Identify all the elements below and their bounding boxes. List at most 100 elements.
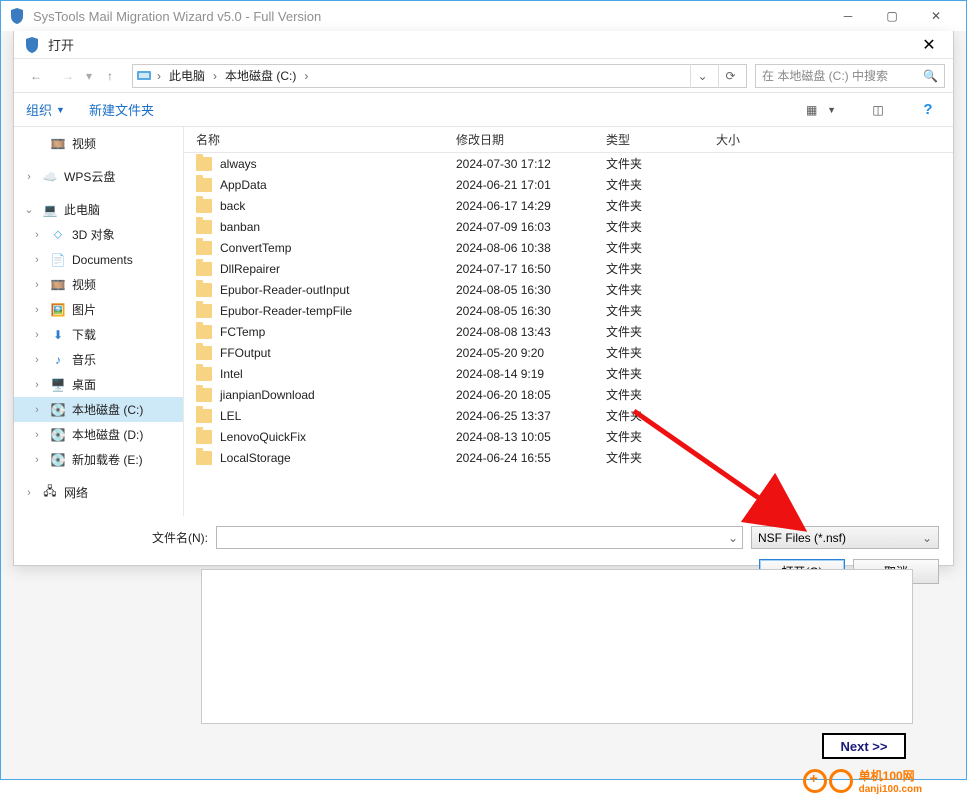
sidebar-item-network[interactable]: ›🖧网络 <box>14 480 183 505</box>
below-area: Next >> 单机100网 danji100.com <box>13 569 954 779</box>
sidebar-item-thispc[interactable]: ⌄💻此电脑 <box>14 197 183 222</box>
file-date: 2024-05-20 9:20 <box>444 346 594 360</box>
sidebar-item-documents[interactable]: ›📄Documents <box>14 247 183 272</box>
file-row[interactable]: FCTemp2024-08-08 13:43文件夹 <box>184 321 953 342</box>
file-row[interactable]: jianpianDownload2024-06-20 18:05文件夹 <box>184 384 953 405</box>
folder-icon <box>196 451 212 465</box>
crumb-root[interactable]: 此电脑 <box>165 67 209 84</box>
sidebar-item-drive-e[interactable]: ›💽新加载卷 (E:) <box>14 447 183 472</box>
close-button[interactable]: ✕ <box>914 1 958 31</box>
search-icon: 🔍 <box>923 69 938 83</box>
watermark-line2: danji100.com <box>859 784 922 795</box>
file-row[interactable]: DllRepairer2024-07-17 16:50文件夹 <box>184 258 953 279</box>
file-date: 2024-08-05 16:30 <box>444 304 594 318</box>
file-type: 文件夹 <box>594 155 704 172</box>
file-name: Epubor-Reader-tempFile <box>220 304 352 318</box>
help-button[interactable]: ? <box>915 98 941 122</box>
file-type: 文件夹 <box>594 176 704 193</box>
file-name: back <box>220 199 245 213</box>
folder-icon <box>196 283 212 297</box>
sidebar-item-wps[interactable]: ›☁️WPS云盘 <box>14 164 183 189</box>
file-date: 2024-06-20 18:05 <box>444 388 594 402</box>
sidebar-item-drive-d[interactable]: ›💽本地磁盘 (D:) <box>14 422 183 447</box>
col-header-date[interactable]: 修改日期 <box>444 131 594 148</box>
sidebar-item-pictures[interactable]: ›🖼️图片 <box>14 297 183 322</box>
refresh-button[interactable]: ⟳ <box>718 64 742 88</box>
file-name: Intel <box>220 367 243 381</box>
file-row[interactable]: AppData2024-06-21 17:01文件夹 <box>184 174 953 195</box>
col-header-type[interactable]: 类型 <box>594 131 704 148</box>
view-mode-button[interactable]: ▦▼ <box>801 98 841 122</box>
nav-sep: ▾ <box>86 69 92 83</box>
sidebar-item-desktop[interactable]: ›🖥️桌面 <box>14 372 183 397</box>
file-name: DllRepairer <box>220 262 280 276</box>
pc-icon <box>137 70 153 82</box>
sidebar-item-drive-c[interactable]: ›💽本地磁盘 (C:) <box>14 397 183 422</box>
crumb-drive[interactable]: 本地磁盘 (C:) <box>221 67 300 84</box>
window-controls: ─ ▢ ✕ <box>826 1 958 31</box>
file-type: 文件夹 <box>594 197 704 214</box>
up-button[interactable]: ↑ <box>96 63 124 89</box>
organize-menu[interactable]: 组织▼ <box>26 100 65 119</box>
main-area: 🎞️视频 ›☁️WPS云盘 ⌄💻此电脑 ›⬦3D 对象 ›📄Documents … <box>14 127 953 516</box>
sidebar-item-3dobjects[interactable]: ›⬦3D 对象 <box>14 222 183 247</box>
file-row[interactable]: back2024-06-17 14:29文件夹 <box>184 195 953 216</box>
nav-bar: ← → ▾ ↑ › 此电脑 › 本地磁盘 (C:) › ⌄ ⟳ 在 本地磁盘 (… <box>14 59 953 93</box>
new-folder-button[interactable]: 新建文件夹 <box>89 100 154 119</box>
location-dropdown[interactable]: ⌄ <box>690 64 714 88</box>
folder-icon <box>196 199 212 213</box>
file-row[interactable]: ConvertTemp2024-08-06 10:38文件夹 <box>184 237 953 258</box>
app-title: SysTools Mail Migration Wizard v5.0 - Fu… <box>33 9 826 24</box>
file-row[interactable]: Epubor-Reader-outInput2024-08-05 16:30文件… <box>184 279 953 300</box>
file-type: 文件夹 <box>594 281 704 298</box>
file-name: jianpianDownload <box>220 388 315 402</box>
file-type: 文件夹 <box>594 365 704 382</box>
file-name: banban <box>220 220 260 234</box>
maximize-button[interactable]: ▢ <box>870 1 914 31</box>
file-row[interactable]: LEL2024-06-25 13:37文件夹 <box>184 405 953 426</box>
folder-icon <box>196 220 212 234</box>
chevron-icon: › <box>157 69 161 83</box>
file-date: 2024-08-13 10:05 <box>444 430 594 444</box>
filename-input[interactable]: ⌄ <box>216 526 743 549</box>
col-header-size[interactable]: 大小 <box>704 131 794 148</box>
filetype-select[interactable]: NSF Files (*.nsf)⌄ <box>751 526 939 549</box>
folder-icon <box>196 388 212 402</box>
content-panel <box>201 569 913 724</box>
sidebar-item-downloads[interactable]: ›⬇下载 <box>14 322 183 347</box>
search-input[interactable]: 在 本地磁盘 (C:) 中搜索 🔍 <box>755 64 945 88</box>
chevron-down-icon[interactable]: ⌄ <box>728 531 738 545</box>
file-row[interactable]: Intel2024-08-14 9:19文件夹 <box>184 363 953 384</box>
file-type: 文件夹 <box>594 407 704 424</box>
file-row[interactable]: LocalStorage2024-06-24 16:55文件夹 <box>184 447 953 468</box>
col-header-name[interactable]: 名称 <box>184 131 444 148</box>
file-rows: always2024-07-30 17:12文件夹AppData2024-06-… <box>184 153 953 516</box>
watermark-line1: 单机100网 <box>859 767 922 784</box>
minimize-button[interactable]: ─ <box>826 1 870 31</box>
sidebar-item-videos2[interactable]: ›🎞️视频 <box>14 272 183 297</box>
file-open-dialog: 打开 ✕ ← → ▾ ↑ › 此电脑 › 本地磁盘 (C:) › ⌄ ⟳ <box>13 31 954 566</box>
forward-button[interactable]: → <box>54 63 82 89</box>
dialog-header: 打开 ✕ <box>14 31 953 59</box>
file-type: 文件夹 <box>594 218 704 235</box>
watermark-logo <box>803 769 853 793</box>
dialog-close-button[interactable]: ✕ <box>915 31 943 59</box>
chevron-down-icon: ⌄ <box>922 531 932 545</box>
file-row[interactable]: LenovoQuickFix2024-08-13 10:05文件夹 <box>184 426 953 447</box>
filename-label: 文件名(N): <box>28 529 208 546</box>
back-button[interactable]: ← <box>22 63 50 89</box>
sidebar-item-videos[interactable]: 🎞️视频 <box>14 131 183 156</box>
location-bar[interactable]: › 此电脑 › 本地磁盘 (C:) › ⌄ ⟳ <box>132 64 747 88</box>
file-row[interactable]: FFOutput2024-05-20 9:20文件夹 <box>184 342 953 363</box>
file-row[interactable]: Epubor-Reader-tempFile2024-08-05 16:30文件… <box>184 300 953 321</box>
file-row[interactable]: banban2024-07-09 16:03文件夹 <box>184 216 953 237</box>
file-row[interactable]: always2024-07-30 17:12文件夹 <box>184 153 953 174</box>
file-type: 文件夹 <box>594 428 704 445</box>
sidebar-item-music[interactable]: ›♪音乐 <box>14 347 183 372</box>
watermark: 单机100网 danji100.com <box>803 767 922 795</box>
preview-pane-button[interactable]: ◫ <box>865 98 891 122</box>
next-button[interactable]: Next >> <box>822 733 906 759</box>
file-date: 2024-06-21 17:01 <box>444 178 594 192</box>
file-date: 2024-07-17 16:50 <box>444 262 594 276</box>
file-name: LEL <box>220 409 241 423</box>
